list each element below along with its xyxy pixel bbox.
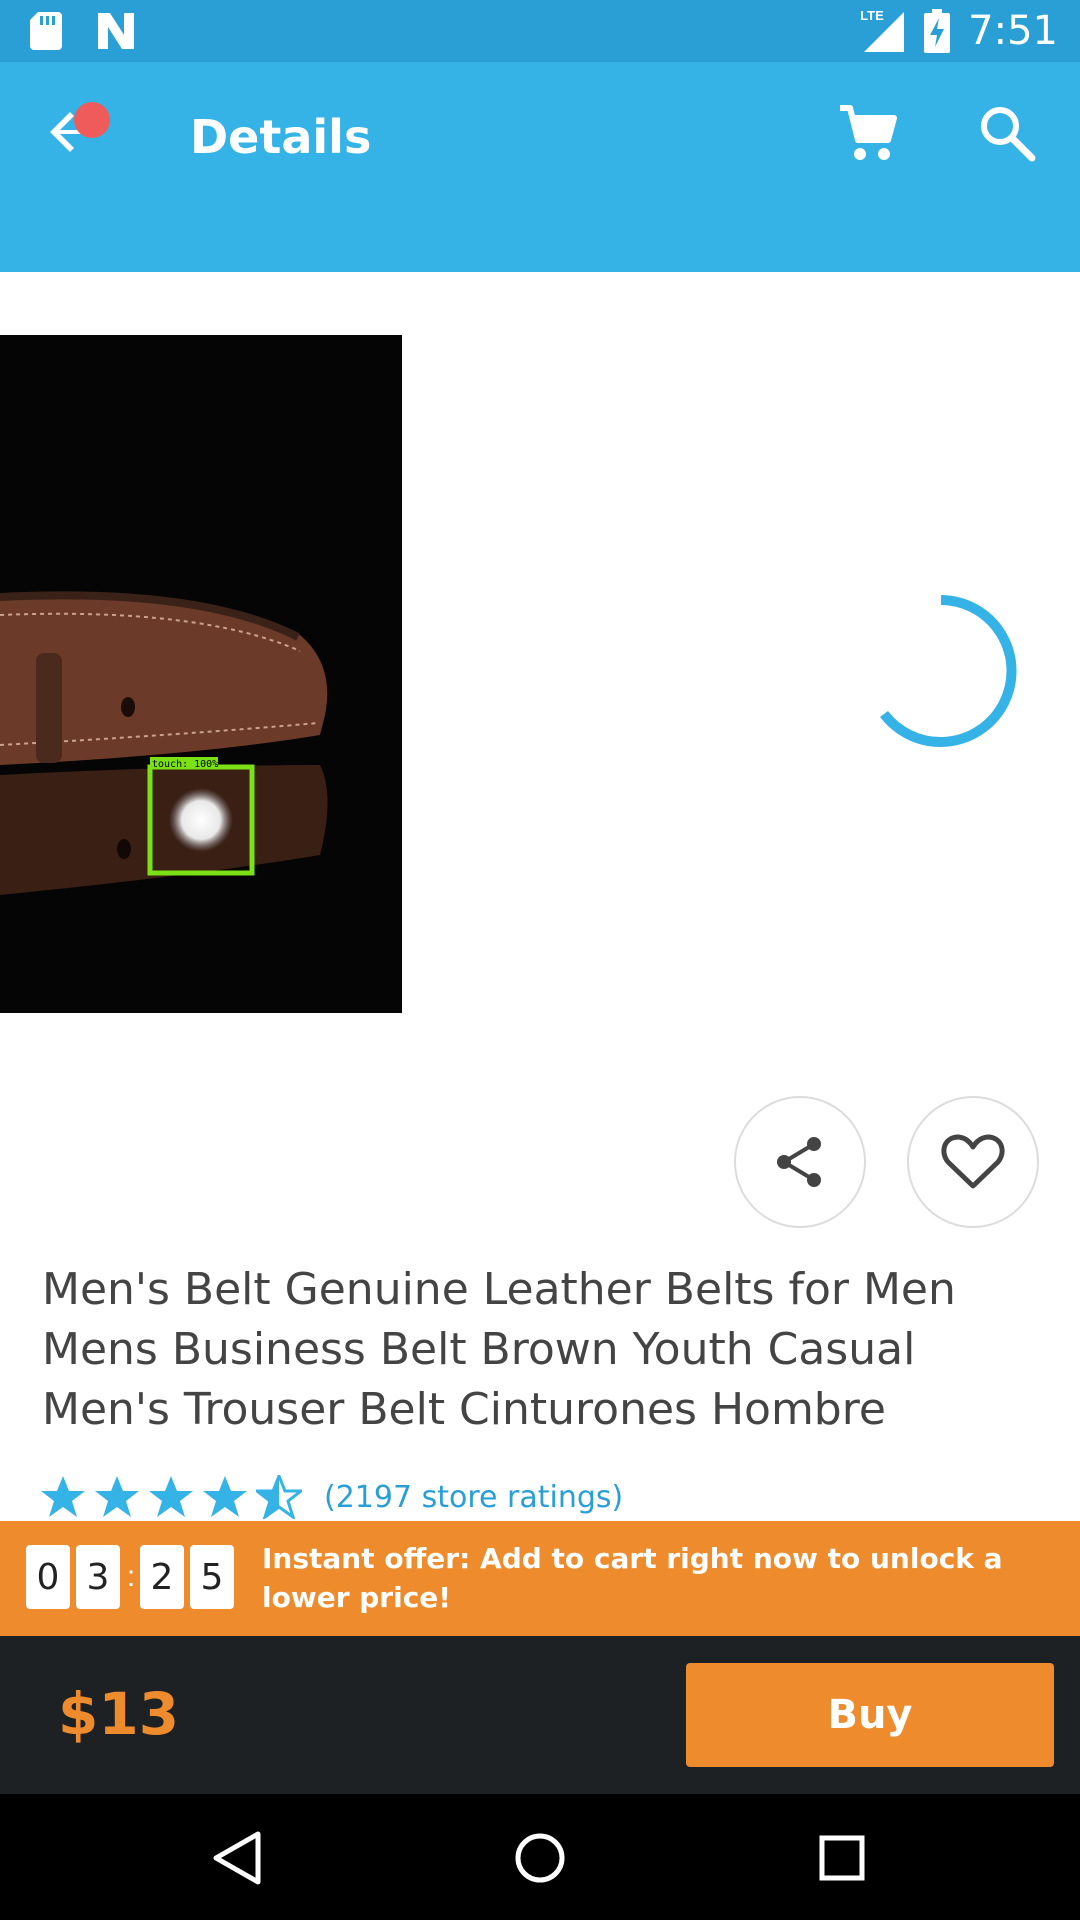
star-icon — [95, 1476, 139, 1517]
nav-home-icon[interactable] — [508, 1826, 572, 1890]
timer-digit: 2 — [140, 1545, 184, 1609]
nav-back-icon[interactable] — [206, 1826, 270, 1890]
search-button[interactable] — [976, 102, 1040, 166]
status-bar: LTE 7:51 — [0, 0, 1080, 62]
product-image[interactable]: touch: 100% — [0, 335, 402, 1013]
share-icon — [777, 1137, 821, 1187]
battery-charging-icon — [924, 9, 951, 53]
wishlist-button[interactable] — [907, 1096, 1039, 1228]
app-bar: Details Overview Related Product Reviews… — [0, 62, 1080, 312]
tab-related[interactable]: Related — [369, 246, 513, 334]
page-title: Details — [190, 110, 372, 164]
tab-indicator — [0, 328, 305, 335]
timer-digit: 3 — [76, 1545, 120, 1609]
share-button[interactable] — [734, 1096, 866, 1228]
instant-offer-banner[interactable]: 0 3 : 2 5 Instant offer: Add to cart rig… — [0, 1521, 1080, 1636]
cart-icon — [840, 105, 897, 160]
price: $13 — [58, 1680, 180, 1748]
touch-overlay-label: touch: 100% — [152, 759, 218, 770]
tab-bar: Overview Related Product Reviews S — [0, 246, 1080, 334]
tab-overview[interactable]: Overview — [63, 246, 263, 334]
buy-button[interactable]: Buy — [686, 1663, 1054, 1767]
half-star-icon — [256, 1475, 302, 1519]
timer-digit: 0 — [26, 1545, 70, 1609]
store-ratings-link[interactable]: (2197 store ratings) — [324, 1480, 623, 1515]
buy-bar: $13 Buy — [0, 1636, 1080, 1794]
search-icon — [981, 107, 1036, 162]
timer-separator: : — [126, 1560, 136, 1593]
notification-dot — [74, 102, 110, 138]
heart-outline-icon — [941, 1134, 1005, 1189]
loading-spinner — [880, 595, 1017, 747]
status-time: 7:51 — [968, 8, 1058, 54]
product-title: Men's Belt Genuine Leather Belts for Men… — [42, 1264, 956, 1435]
timer-digit: 5 — [190, 1545, 234, 1609]
tab-partial[interactable]: S — [1068, 246, 1080, 334]
n-app-icon — [98, 13, 134, 49]
sd-card-icon — [30, 12, 62, 50]
rating-row[interactable]: (2197 store ratings) — [40, 1472, 623, 1522]
star-icon — [203, 1476, 247, 1517]
offer-text: Instant offer: Add to cart right now to … — [262, 1542, 1003, 1614]
star-icon — [41, 1476, 85, 1517]
star-icon — [149, 1476, 193, 1517]
nav-recents-icon[interactable] — [810, 1826, 874, 1890]
cart-button[interactable] — [836, 102, 900, 166]
countdown-timer: 0 3 : 2 5 — [26, 1545, 240, 1609]
system-nav-bar — [0, 1794, 1080, 1920]
tab-product-reviews[interactable]: Product Reviews — [635, 246, 947, 334]
lte-signal-icon: LTE — [860, 8, 906, 54]
star-rating — [40, 1475, 302, 1519]
